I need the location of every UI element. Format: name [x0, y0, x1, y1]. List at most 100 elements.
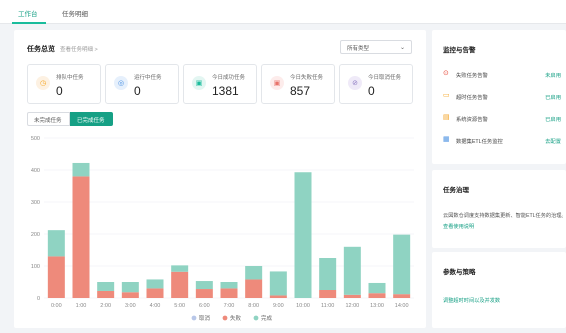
monitor-title: 监控与告警 [443, 47, 476, 54]
legend-marker [222, 315, 228, 321]
alert-status-link[interactable]: 去配置 [545, 137, 561, 145]
x-tick-label: 2:00 [100, 303, 111, 309]
fail-alert-icon: ⊙ [443, 70, 449, 77]
y-tick-label: 500 [31, 136, 40, 142]
stat-label: 今日取消任务 [368, 75, 402, 81]
bar-segment [121, 292, 139, 298]
governance-description: 云図数仓调度支持数据集更新、智能ETL任务的治理。 [443, 213, 563, 219]
task-type-select-value: 所有类型 [347, 46, 370, 52]
etl-monitor-icon: ▦ [443, 136, 450, 143]
x-tick-label: 5:00 [174, 303, 185, 309]
chevron-down-icon: ⌄ [399, 45, 405, 51]
governance-title: 任务治理 [443, 187, 469, 194]
bar-segment [319, 258, 337, 290]
x-tick-label: 1:00 [76, 303, 87, 309]
bar-segment [220, 288, 238, 298]
legend-marker [191, 315, 197, 321]
alert-row-timeout: ▭ 超时任务告警 已启用 [443, 92, 561, 102]
legend-marker [253, 315, 259, 321]
alert-label: 失败任务告警 [456, 73, 488, 79]
stat-label: 今日成功任务 [212, 75, 246, 81]
y-tick-label: 400 [31, 168, 40, 174]
alert-row-etl: ▦ 数据集ETL任务监控 去配置 [443, 136, 561, 146]
bar-segment [146, 279, 164, 289]
bar-segment [220, 282, 238, 289]
stat-value: 1381 [212, 84, 239, 98]
y-tick-label: 100 [31, 264, 40, 270]
bar-segment [146, 288, 164, 298]
failure-icon: ▣ [270, 76, 284, 90]
bar-segment [294, 172, 312, 298]
y-tick-label: 300 [31, 200, 40, 206]
bar-segment [171, 271, 189, 298]
stat-card-running: ◎ 运行中任务 0 [105, 64, 179, 104]
stat-value: 0 [56, 84, 63, 98]
x-tick-label: 9:00 [273, 303, 284, 309]
timeout-alert-icon: ▭ [443, 92, 450, 99]
bar-segment [97, 290, 115, 298]
running-icon: ◎ [114, 76, 128, 90]
bar-segment [368, 282, 386, 294]
bar-segment [269, 295, 287, 298]
tab-workbench[interactable]: 工作台 [18, 8, 38, 18]
segment-finished-tasks[interactable]: 已完成任务 [70, 112, 113, 126]
x-tick-label: 0:00 [51, 303, 62, 309]
usage-guide-link[interactable]: 查看使用说明 [443, 223, 474, 230]
bar-segment [245, 266, 263, 280]
bar-segment [195, 289, 213, 298]
segment-unfinished-tasks[interactable]: 未完成任务 [27, 112, 70, 126]
x-tick-label: 13:00 [370, 303, 384, 309]
success-icon: ▣ [192, 76, 206, 90]
stat-value: 0 [134, 84, 141, 98]
alert-label: 超时任务告警 [456, 95, 488, 101]
bar-segment [72, 176, 90, 298]
alert-label: 系统资源告警 [456, 117, 488, 123]
alert-label: 数据集ETL任务监控 [456, 139, 503, 145]
stat-card-queued: ◷ 排队中任务 0 [27, 64, 101, 104]
bar-segment [195, 281, 213, 290]
queue-icon: ◷ [36, 76, 50, 90]
x-tick-label: 6:00 [199, 303, 210, 309]
bar-segment [72, 162, 90, 177]
cancel-icon: ⊘ [348, 76, 362, 90]
tab-task-details[interactable]: 任务明细 [62, 8, 88, 18]
task-bar-chart: 0 100 200 300 400 500 0:00 1:00 2:00 3:00 4:00 5:00… [31, 136, 414, 322]
stat-label: 排队中任务 [56, 75, 84, 81]
alert-status-link[interactable]: 已启用 [545, 115, 561, 123]
y-tick-label: 0 [37, 296, 40, 302]
adjust-timeout-link[interactable]: 调整超时时间以及并发数 [443, 297, 500, 304]
task-type-select[interactable]: 所有类型 ⌄ [340, 40, 412, 54]
y-tick-label: 200 [31, 232, 40, 238]
view-task-details-link[interactable]: 查看任务明细 > [60, 45, 98, 53]
x-tick-label: 14:00 [395, 303, 409, 309]
alert-row-fail: ⊙ 失败任务告警 未启用 [443, 70, 561, 80]
bar-segment [97, 282, 115, 291]
x-tick-label: 3:00 [125, 303, 136, 309]
task-overview-panel: 任务总览 查看任务明细 > 所有类型 ⌄ ◷ 排队中任务 0 ◎ 运行中任务 0… [14, 30, 426, 328]
x-tick-label: 11:00 [321, 303, 334, 309]
bar-segment [47, 256, 65, 298]
stat-card-failure: ▣ 今日失败任务 857 [261, 64, 335, 104]
params-strategy-panel: 参数与策略 调整超时时间以及并发数 [432, 252, 566, 328]
stat-value: 0 [368, 84, 375, 98]
task-governance-panel: 任务治理 云図数仓调度支持数据集更新、智能ETL任务的治理。 查看使用说明 [432, 170, 566, 248]
resource-alert-icon: ▤ [443, 114, 450, 121]
legend-label: 完成 [261, 314, 273, 322]
monitor-alert-panel: 监控与告警 ⊙ 失败任务告警 未启用 ▭ 超时任务告警 已启用 ▤ 系统资源告警… [432, 30, 566, 164]
bar-segment [319, 290, 337, 298]
legend-label: 取消 [199, 314, 211, 322]
bar-segment [343, 246, 361, 295]
bar-segment [171, 265, 189, 272]
alert-status-link[interactable]: 已启用 [545, 93, 561, 101]
bar-segment [343, 294, 361, 298]
bar-segment [393, 234, 411, 295]
legend-label: 失败 [230, 314, 242, 322]
x-tick-label: 8:00 [248, 303, 259, 309]
bar-segment [47, 230, 65, 257]
stat-card-success: ▣ 今日成功任务 1381 [183, 64, 257, 104]
alert-row-resource: ▤ 系统资源告警 已启用 [443, 114, 561, 124]
x-tick-label: 7:00 [224, 303, 235, 309]
stat-value: 857 [290, 84, 311, 98]
bar-segment [121, 282, 139, 293]
alert-status-link[interactable]: 未启用 [545, 71, 561, 79]
